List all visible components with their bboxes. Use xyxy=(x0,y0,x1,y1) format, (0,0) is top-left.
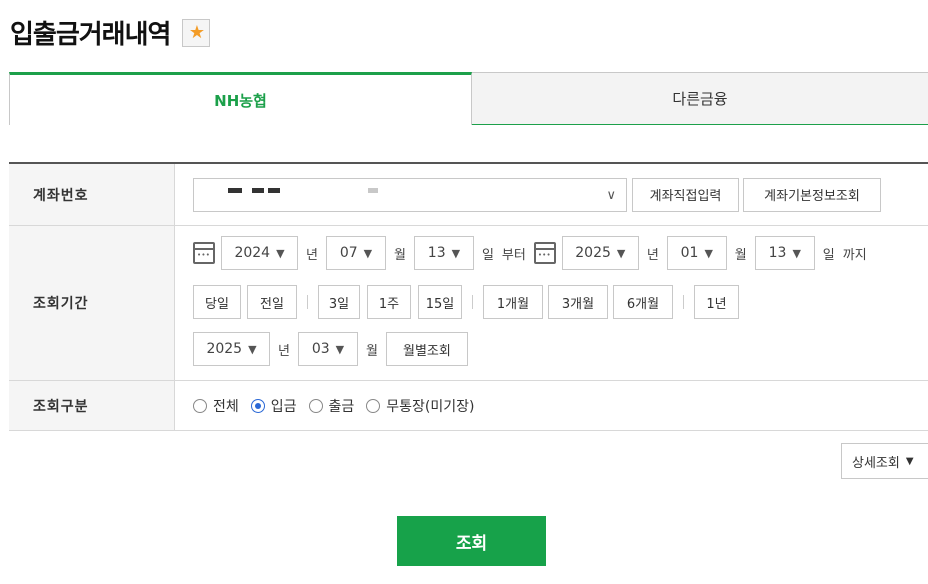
to-day-unit: 일 xyxy=(822,247,835,263)
from-year-unit: 년 xyxy=(306,247,318,263)
search-button[interactable]: 조회 xyxy=(397,516,546,566)
star-icon[interactable]: ★ xyxy=(182,18,211,47)
page-title: 입출금거래내역 ★ xyxy=(10,14,211,51)
account-select[interactable]: ∨ xyxy=(193,177,627,212)
chevron-down-icon: ▼ xyxy=(451,246,461,260)
masked-text xyxy=(268,187,280,193)
to-day-select[interactable]: 13 ▼ xyxy=(754,236,815,270)
account-label: 계좌번호 xyxy=(9,164,175,225)
tab-nh[interactable]: NH농협 xyxy=(9,72,472,125)
chevron-down-icon: ▼ xyxy=(704,246,713,260)
monthly-year-select[interactable]: 2025 ▼ xyxy=(193,332,270,366)
to-year-unit: 년 xyxy=(646,247,659,263)
quick-1week-button[interactable]: 1주 xyxy=(367,285,411,319)
tab-other-bank[interactable]: 다른금융 xyxy=(472,72,928,125)
quick-today-button[interactable]: 당일 xyxy=(193,285,241,319)
quick-prev-day-button[interactable]: 전일 xyxy=(247,285,297,319)
type-label: 조회구분 xyxy=(9,381,175,430)
quick-6months-button[interactable]: 6개월 xyxy=(613,285,673,319)
chevron-down-icon: ▼ xyxy=(276,246,285,260)
account-info-button[interactable]: 계좌기본정보조회 xyxy=(743,177,881,212)
calendar-icon[interactable] xyxy=(533,242,556,264)
chevron-down-icon: ▼ xyxy=(905,455,914,467)
tab-nh-label: NH농협 xyxy=(214,91,267,110)
chevron-down-icon: ▼ xyxy=(335,342,345,356)
chevron-down-icon: ▼ xyxy=(616,246,626,260)
quick-1month-button[interactable]: 1개월 xyxy=(483,285,543,319)
bank-tabs: NH농협 다른금융 xyxy=(9,72,928,125)
divider xyxy=(683,295,684,309)
direct-input-button[interactable]: 계좌직접입력 xyxy=(632,177,739,212)
account-row: 계좌번호 ∨ 계좌직접입력 계좌기본정보조회 xyxy=(9,164,928,226)
from-day-unit: 일 xyxy=(481,247,494,263)
search-form: 계좌번호 ∨ 계좌직접입력 계좌기본정보조회 조회기간 2024▼ 년 07▼ … xyxy=(9,162,928,431)
page-title-text: 입출금거래내역 xyxy=(10,20,171,50)
chevron-down-icon: ▼ xyxy=(248,342,257,356)
divider xyxy=(472,295,473,309)
from-suffix: 부터 xyxy=(501,247,526,263)
calendar-icon[interactable] xyxy=(193,242,215,264)
to-month-unit: 월 xyxy=(734,247,747,263)
chevron-down-icon: ▼ xyxy=(792,246,801,260)
period-row: 조회기간 2024▼ 년 07▼ 월 13▼ 일 부터 2025▼ 년 01▼ … xyxy=(9,226,928,381)
detail-search-toggle[interactable]: 상세조회 ▼ xyxy=(841,443,928,479)
from-year-select[interactable]: 2024 ▼ xyxy=(221,236,298,270)
monthly-month-unit: 월 xyxy=(365,343,378,359)
quick-15days-button[interactable]: 15일 xyxy=(418,285,462,319)
radio-circle[interactable] xyxy=(250,398,265,413)
tab-other-bank-label: 다른금융 xyxy=(672,90,728,108)
radio-all[interactable]: 전체 xyxy=(193,396,239,416)
radio-circle[interactable] xyxy=(308,398,323,413)
chevron-down-icon: ∨ xyxy=(606,187,616,203)
quick-1year-button[interactable]: 1년 xyxy=(694,285,739,319)
monthly-month-select[interactable]: 03 ▼ xyxy=(297,332,358,366)
detail-search-label: 상세조회 xyxy=(852,455,900,471)
radio-circle[interactable] xyxy=(193,398,207,413)
radio-circle[interactable] xyxy=(366,398,381,413)
from-month-unit: 월 xyxy=(393,247,406,263)
chevron-down-icon: ▼ xyxy=(363,246,373,260)
from-month-select[interactable]: 07 ▼ xyxy=(325,236,386,270)
period-label: 조회기간 xyxy=(9,226,175,380)
to-year-select[interactable]: 2025 ▼ xyxy=(561,236,639,270)
radio-withdrawal[interactable]: 출금 xyxy=(308,396,354,416)
divider xyxy=(307,295,308,309)
masked-text xyxy=(228,187,242,193)
to-suffix: 까지 xyxy=(842,247,867,263)
to-month-select[interactable]: 01 ▼ xyxy=(666,236,727,270)
quick-3months-button[interactable]: 3개월 xyxy=(548,285,608,319)
monthly-search-button[interactable]: 월별조회 xyxy=(385,332,468,366)
quick-3days-button[interactable]: 3일 xyxy=(318,285,360,319)
from-day-select[interactable]: 13 ▼ xyxy=(413,236,474,270)
radio-deposit[interactable]: 입금 xyxy=(250,396,297,416)
masked-text xyxy=(252,187,264,193)
monthly-year-unit: 년 xyxy=(278,343,290,359)
radio-passbookless[interactable]: 무통장(미기장) xyxy=(366,396,475,416)
masked-text xyxy=(368,187,378,193)
type-row: 조회구분 전체 입금 출금 무통장(미기장) xyxy=(9,381,928,431)
